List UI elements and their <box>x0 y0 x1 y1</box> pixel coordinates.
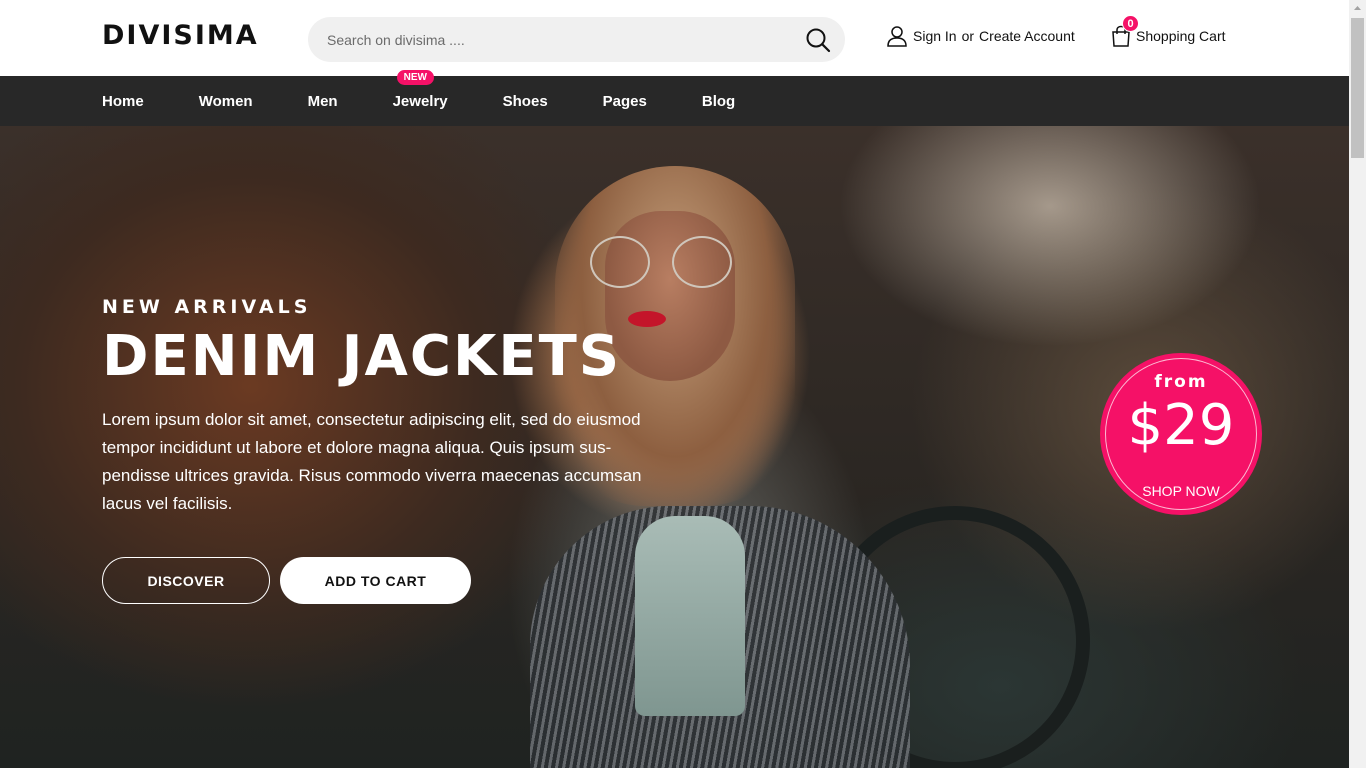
logo[interactable]: DIVISIMA <box>102 20 259 51</box>
search-input[interactable] <box>308 17 788 62</box>
sign-in-link[interactable]: Sign In <box>913 28 957 44</box>
main-nav: Home Women Men NEW Jewelry Shoes Pages B… <box>0 69 1349 126</box>
hero-text: NEW ARRIVALS DENIM JACKETS Lorem ipsum d… <box>102 296 662 518</box>
cart-icon-wrap: 0 <box>1110 15 1139 47</box>
logo-text: DIVISIMA <box>102 20 259 51</box>
hero-title: DENIM JACKETS <box>102 324 622 389</box>
new-badge: NEW <box>396 69 434 85</box>
nav-item-men[interactable]: Men <box>308 93 338 110</box>
scrollbar-thumb[interactable] <box>1351 18 1364 158</box>
hero-description: Lorem ipsum dolor sit amet, consectetur … <box>102 410 642 513</box>
price-offer-badge[interactable]: from $29 SHOP NOW <box>1100 353 1262 515</box>
nav-item-women[interactable]: Women <box>199 93 253 110</box>
offer-from-text: from <box>1154 372 1208 392</box>
scroll-up-arrow-icon[interactable] <box>1349 0 1366 17</box>
add-to-cart-button[interactable]: ADD TO CART <box>280 557 471 604</box>
user-icon <box>887 26 907 47</box>
search-bar <box>308 17 845 62</box>
page-scrollbar[interactable] <box>1349 0 1366 768</box>
nav-item-shoes[interactable]: Shoes <box>503 93 548 110</box>
shop-now-link[interactable]: SHOP NOW <box>1100 483 1262 499</box>
nav-link-men[interactable]: Men <box>308 93 338 110</box>
shopping-cart[interactable]: 0 Shopping Cart <box>1110 15 1226 48</box>
nav-item-jewelry[interactable]: NEW Jewelry <box>393 69 448 110</box>
account-links: Sign In or Create Account <box>886 24 1075 48</box>
nav-link-home[interactable]: Home <box>102 93 144 110</box>
cart-count-badge: 0 <box>1122 15 1139 32</box>
hero-image-glasses-left <box>590 236 650 288</box>
nav-item-pages[interactable]: Pages <box>603 93 647 110</box>
search-icon[interactable] <box>805 27 831 53</box>
create-account-link[interactable]: Create Account <box>979 28 1075 44</box>
cart-label: Shopping Cart <box>1136 28 1226 44</box>
site-header: DIVISIMA Sign In or Create Account <box>0 0 1349 76</box>
hero-banner: NEW ARRIVALS DENIM JACKETS Lorem ipsum d… <box>0 126 1349 768</box>
discover-button[interactable]: DISCOVER <box>102 557 270 604</box>
nav-item-home[interactable]: Home <box>102 93 144 110</box>
hero-image-glasses-right <box>672 236 732 288</box>
page: DIVISIMA Sign In or Create Account <box>0 0 1366 768</box>
nav-link-women[interactable]: Women <box>199 93 253 110</box>
nav-link-pages[interactable]: Pages <box>603 93 647 110</box>
nav-link-blog[interactable]: Blog <box>702 93 735 110</box>
or-text: or <box>961 28 975 44</box>
nav-item-blog[interactable]: Blog <box>702 93 735 110</box>
hero-image-model-top <box>635 516 745 716</box>
hero-buttons: DISCOVER ADD TO CART <box>102 557 471 604</box>
offer-price: $29 <box>1127 393 1235 458</box>
hero-subtitle: NEW ARRIVALS <box>102 296 312 318</box>
nav-link-shoes[interactable]: Shoes <box>503 93 548 110</box>
nav-list: Home Women Men NEW Jewelry Shoes Pages B… <box>102 69 790 126</box>
nav-link-jewelry[interactable]: Jewelry <box>393 93 448 110</box>
